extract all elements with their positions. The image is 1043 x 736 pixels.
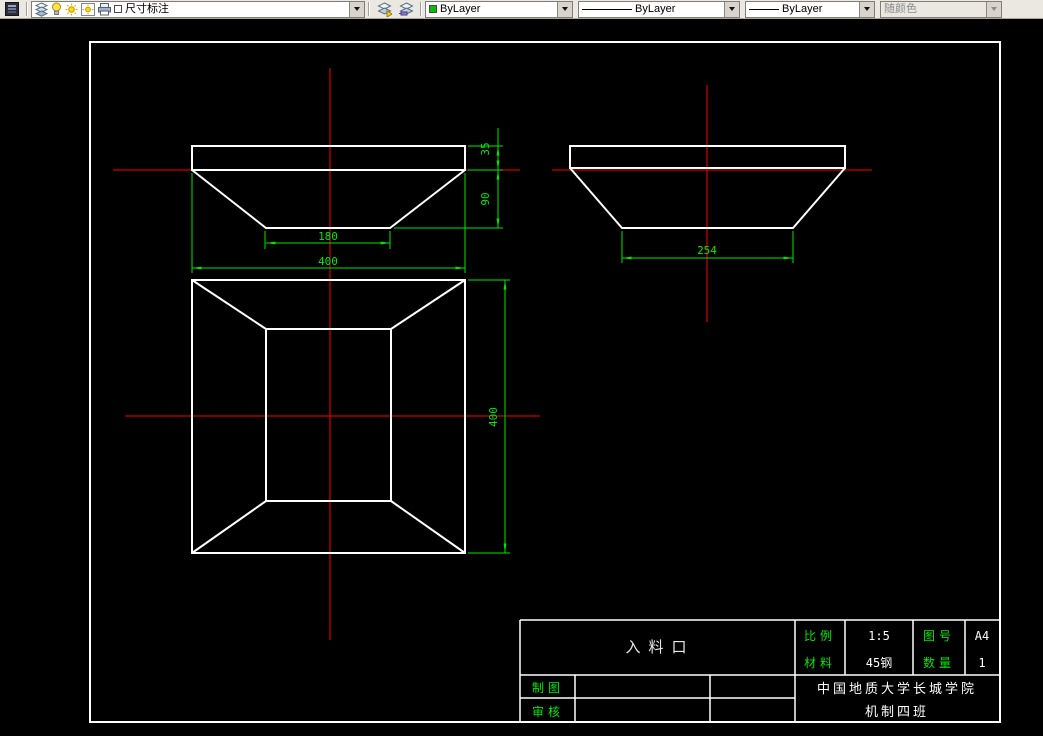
drawing-no-value[interactable]: A4 [975, 629, 989, 643]
layer-previous-button[interactable] [395, 0, 417, 18]
layer-properties-manager-button[interactable] [1, 0, 23, 18]
chevron-down-icon [864, 7, 870, 11]
toolbar-separator [26, 2, 28, 16]
dimension-extension-lines[interactable] [191, 128, 794, 554]
scale-value[interactable]: 1:5 [868, 629, 890, 643]
color-combo-arrow-button[interactable] [557, 1, 572, 17]
plot-style-value-text: 随颜色 [884, 2, 917, 15]
dim-text-35[interactable]: 35 [479, 142, 492, 155]
cad-drawing: 180 400 35 90 254 400 入料口 比例 1:5 图号 A4 材… [89, 41, 1001, 723]
quantity-label[interactable]: 数量 [923, 655, 955, 670]
layer-name-text: 尺寸标注 [125, 2, 169, 15]
drawing-canvas[interactable]: 180 400 35 90 254 400 入料口 比例 1:5 图号 A4 材… [0, 19, 1043, 736]
front-view-outline[interactable] [191, 145, 466, 229]
current-color-swatch [429, 5, 437, 13]
school-name-text[interactable]: 中国地质大学长城学院 [817, 681, 977, 697]
cad-application-window: 尺寸标注 ByLayer ByLayer ByLayer 随颜色 180 400… [0, 0, 1043, 736]
lineweight-combo-arrow-button[interactable] [859, 1, 874, 17]
plot-style-select-combo: 随颜色 [880, 0, 1002, 18]
layer-plot-printer-icon [98, 2, 111, 15]
lineweight-value-text: ByLayer [782, 2, 823, 15]
linetype-sample-line [582, 8, 632, 10]
lineweight-select-combo[interactable]: ByLayer [745, 0, 875, 18]
dim-text-180[interactable]: 180 [318, 230, 338, 243]
linetype-value-text: ByLayer [635, 2, 676, 15]
material-label[interactable]: 材料 [804, 656, 836, 670]
layer-vp-freeze-icon [81, 2, 95, 16]
dim-text-254[interactable]: 254 [697, 244, 717, 257]
part-name-text[interactable]: 入料口 [625, 638, 694, 656]
quantity-value[interactable]: 1 [978, 656, 985, 670]
drafter-label[interactable]: 制图 [532, 681, 564, 695]
layers-properties-toolbar: 尺寸标注 ByLayer ByLayer ByLayer 随颜色 [0, 0, 1043, 19]
plot-style-combo-field: 随颜色 [881, 2, 986, 17]
linetype-combo-arrow-button[interactable] [724, 1, 739, 17]
layer-combo-field: 尺寸标注 [32, 1, 349, 17]
layer-select-combo[interactable]: 尺寸标注 [31, 0, 365, 18]
layer-previous-icon [398, 1, 414, 15]
layers-dialog-icon [5, 2, 19, 16]
lineweight-sample-line [749, 8, 779, 10]
drawing-no-label[interactable]: 图号 [923, 629, 955, 643]
layer-color-swatch [114, 5, 122, 13]
class-name-text[interactable]: 机制四班 [865, 705, 929, 720]
color-value-text: ByLayer [440, 2, 481, 15]
layer-on-bulb-icon [52, 2, 61, 15]
checker-label[interactable]: 审核 [532, 704, 564, 719]
toolbar-separator [420, 2, 422, 16]
make-layer-current-icon [376, 1, 392, 17]
layer-stack-icon [35, 1, 48, 17]
scale-label[interactable]: 比例 [804, 629, 836, 643]
chevron-down-icon [729, 7, 735, 11]
linetype-combo-field: ByLayer [579, 2, 724, 17]
toolbar-separator [368, 2, 370, 16]
chevron-down-icon [562, 7, 568, 11]
front-view-centerlines[interactable] [113, 68, 520, 640]
chevron-down-icon [991, 7, 997, 11]
make-object-layer-current-button[interactable] [373, 0, 395, 18]
layer-thaw-sun-icon [65, 3, 78, 15]
linetype-select-combo[interactable]: ByLayer [578, 0, 740, 18]
layer-combo-arrow-button[interactable] [349, 1, 364, 17]
chevron-down-icon [354, 7, 360, 11]
material-value[interactable]: 45钢 [866, 656, 892, 670]
color-combo-field: ByLayer [426, 2, 557, 17]
dim-text-400-height[interactable]: 400 [487, 407, 500, 427]
plot-style-combo-arrow-button [986, 1, 1001, 17]
lineweight-combo-field: ByLayer [746, 2, 859, 17]
dim-text-90[interactable]: 90 [479, 192, 492, 205]
color-select-combo[interactable]: ByLayer [425, 0, 573, 18]
dim-text-400-width[interactable]: 400 [318, 255, 338, 268]
